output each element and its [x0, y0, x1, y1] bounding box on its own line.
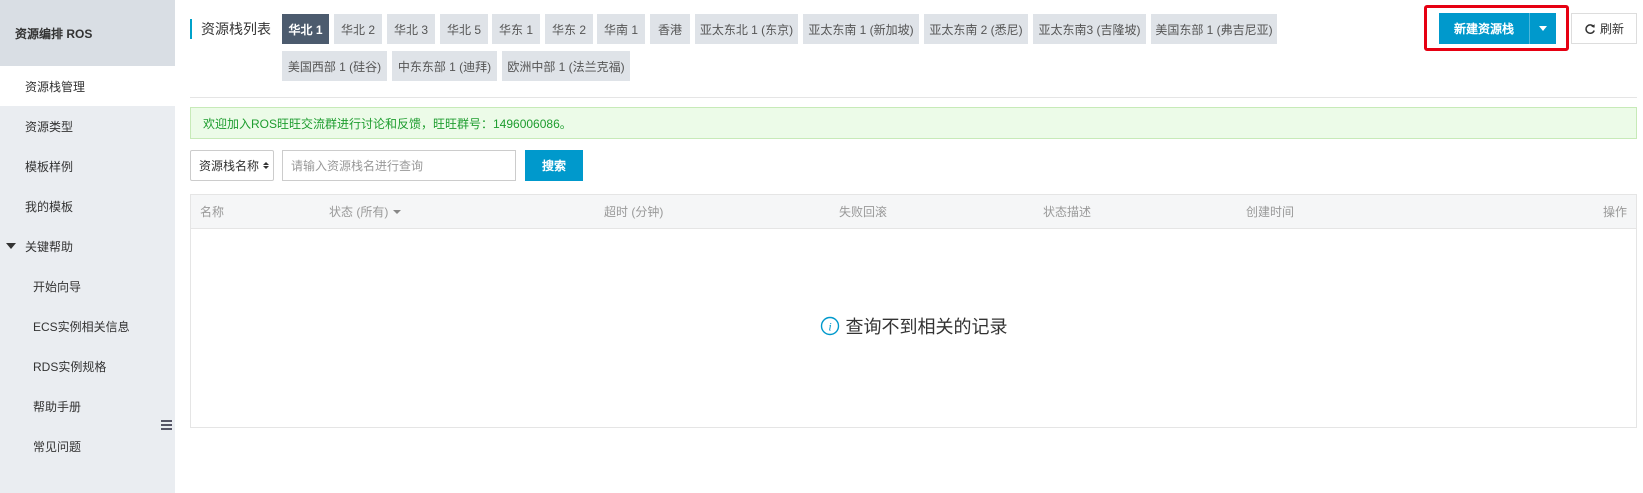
tab-region[interactable]: 欧洲中部 1 (法兰克福) — [502, 51, 630, 81]
divider — [190, 97, 1637, 98]
sidebar-collapse-handle[interactable] — [158, 400, 175, 450]
sidebar-item-label: 开始向导 — [33, 279, 82, 294]
sidebar-item-help-manual[interactable]: 帮助手册 — [0, 386, 175, 426]
sidebar-item-label: 模板样例 — [25, 159, 74, 174]
sidebar-item-label: 帮助手册 — [33, 399, 82, 414]
refresh-button[interactable]: 刷新 — [1571, 13, 1637, 44]
column-header-status[interactable]: 状态 (所有) — [329, 195, 402, 228]
highlight-annotation — [1424, 5, 1569, 51]
column-header-status-label: 状态 (所有) — [329, 205, 389, 219]
sidebar-item-label: ECS实例相关信息 — [33, 319, 130, 334]
tab-region[interactable]: 华东 2 — [545, 14, 593, 44]
tab-region[interactable]: 亚太东南3 (吉隆坡) — [1033, 14, 1146, 44]
column-header-rollback: 失败回滚 — [839, 205, 888, 219]
chevron-down-icon — [6, 243, 16, 249]
sidebar-item-rds-specs[interactable]: RDS实例规格 — [0, 346, 175, 386]
tab-region[interactable]: 华北 1 — [282, 14, 329, 44]
column-header-actions: 操作 — [1602, 205, 1627, 219]
refresh-icon — [1585, 23, 1595, 34]
tab-region[interactable]: 香港 — [650, 14, 690, 44]
column-header-created-time: 创建时间 — [1246, 205, 1295, 219]
collapse-icon — [161, 420, 172, 430]
search-field-value: 资源栈名称 — [199, 159, 260, 173]
tab-region[interactable]: 华北 3 — [387, 14, 435, 44]
sidebar-item-my-templates[interactable]: 我的模板 — [0, 186, 175, 226]
sidebar-item-label: RDS实例规格 — [33, 359, 107, 374]
info-icon: i — [820, 316, 839, 336]
sidebar-item-stack-management[interactable]: 资源栈管理 — [0, 66, 175, 106]
sidebar-item-faq[interactable]: 常见问题 — [0, 426, 175, 466]
tab-region[interactable]: 华东 1 — [492, 14, 540, 44]
search-field-select[interactable]: 资源栈名称 — [190, 150, 274, 181]
empty-state: i 查询不到相关的记录 — [191, 313, 1636, 339]
svg-text:i: i — [828, 320, 831, 334]
tab-region[interactable]: 华北 5 — [440, 14, 488, 44]
empty-state-text: 查询不到相关的记录 — [845, 317, 1008, 337]
search-button[interactable]: 搜索 — [525, 150, 583, 181]
sidebar-group-label: 关键帮助 — [25, 239, 74, 254]
stack-table: 名称 状态 (所有) 超时 (分钟) 失败回滚 状态描述 创建时间 操作 i 查… — [190, 194, 1637, 428]
sidebar-item-label: 资源栈管理 — [25, 79, 86, 94]
sidebar: 资源编排 ROS 资源栈管理 资源类型 模板样例 我的模板 关键帮助 开始向导 … — [0, 0, 175, 493]
sidebar-item-resource-types[interactable]: 资源类型 — [0, 106, 175, 146]
sidebar-item-label: 我的模板 — [25, 199, 74, 214]
tab-region[interactable]: 美国西部 1 (硅谷) — [282, 51, 387, 81]
tab-region[interactable]: 华北 2 — [334, 14, 382, 44]
tab-region[interactable]: 华南 1 — [597, 14, 645, 44]
sidebar-item-ecs-info[interactable]: ECS实例相关信息 — [0, 306, 175, 346]
sidebar-group-key-help[interactable]: 关键帮助 — [0, 226, 175, 266]
sidebar-item-template-samples[interactable]: 模板样例 — [0, 146, 175, 186]
sidebar-title: 资源编排 ROS — [0, 0, 175, 66]
page-title: 资源栈列表 — [190, 19, 271, 39]
chevron-down-icon — [393, 209, 402, 214]
sidebar-item-getting-started[interactable]: 开始向导 — [0, 266, 175, 306]
notice-banner: 欢迎加入ROS旺旺交流群进行讨论和反馈，旺旺群号：1496006086。 — [190, 107, 1637, 139]
table-header: 名称 状态 (所有) 超时 (分钟) 失败回滚 状态描述 创建时间 操作 — [191, 195, 1636, 229]
tab-region[interactable]: 亚太东北 1 (东京) — [695, 14, 798, 44]
tab-region[interactable]: 美国东部 1 (弗吉尼亚) — [1151, 14, 1277, 44]
tab-region[interactable]: 亚太东南 1 (新加坡) — [803, 14, 919, 44]
tab-region[interactable]: 亚太东南 2 (悉尼) — [924, 14, 1028, 44]
refresh-label: 刷新 — [1599, 22, 1624, 36]
sidebar-item-label: 资源类型 — [25, 119, 74, 134]
sidebar-item-label: 常见问题 — [33, 439, 82, 454]
select-arrows-icon — [263, 162, 270, 169]
column-header-status-description: 状态描述 — [1043, 205, 1092, 219]
tab-region[interactable]: 中东东部 1 (迪拜) — [392, 51, 497, 81]
column-header-timeout: 超时 (分钟) — [604, 205, 664, 219]
search-input[interactable] — [282, 150, 516, 181]
column-header-name: 名称 — [200, 205, 225, 219]
